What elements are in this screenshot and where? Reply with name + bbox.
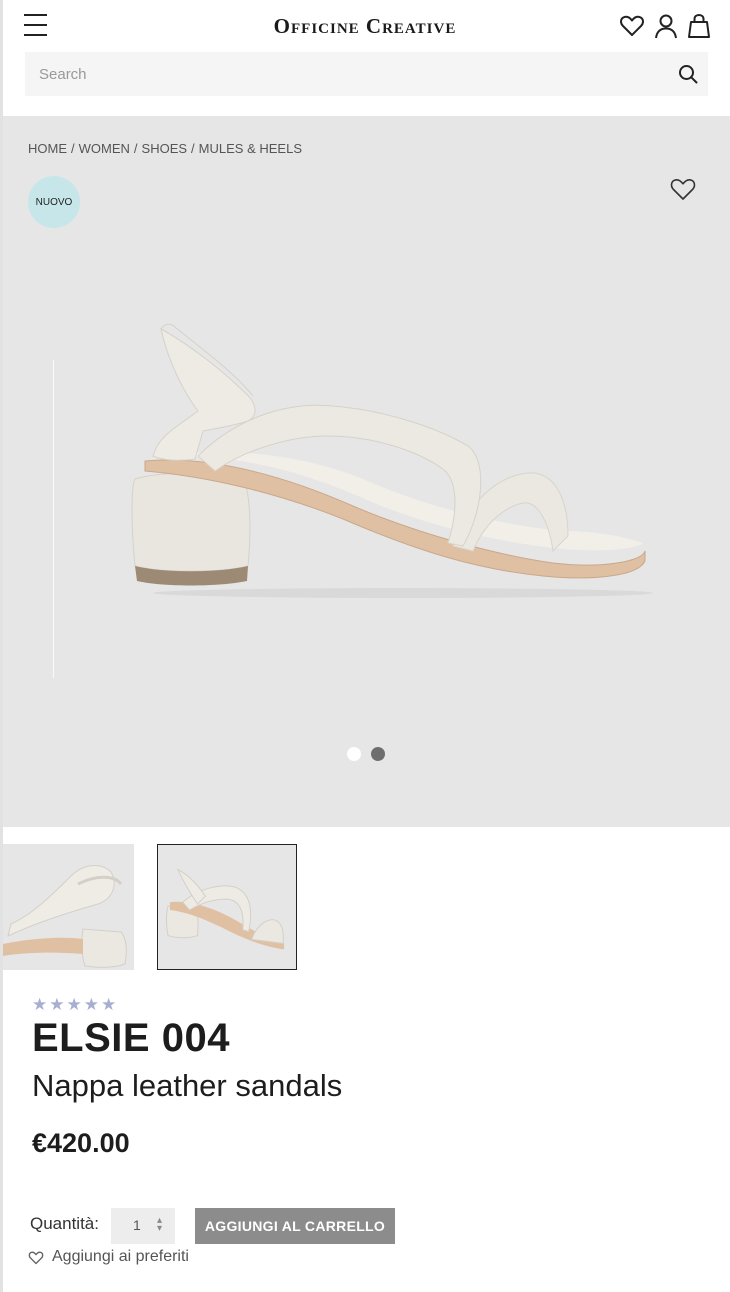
gallery-dot-2[interactable] <box>371 747 385 761</box>
thumbnail-1[interactable] <box>3 844 134 970</box>
gallery-divider <box>53 360 54 678</box>
product-image <box>131 323 653 598</box>
breadcrumb-women[interactable]: WOMEN <box>79 141 130 156</box>
bag-icon[interactable] <box>686 13 712 39</box>
rating-stars: ★ ★ ★ ★ ★ <box>32 996 116 1014</box>
breadcrumb-separator: / <box>71 141 75 156</box>
breadcrumb-home[interactable]: HOME <box>28 141 67 156</box>
product-gallery[interactable]: HOME / WOMEN / SHOES / MULES & HEELS NUO… <box>3 116 730 827</box>
product-name: ELSIE 004 <box>32 1016 230 1060</box>
add-to-favorites-link[interactable]: Aggiungi ai preferiti <box>28 1248 189 1266</box>
breadcrumb-separator: / <box>191 141 195 156</box>
star-icon: ★ <box>83 995 99 1014</box>
quantity-label: Quantità: <box>30 1214 99 1233</box>
breadcrumb: HOME / WOMEN / SHOES / MULES & HEELS <box>28 141 302 156</box>
thumbnail-image <box>3 865 127 968</box>
star-icon: ★ <box>66 995 82 1014</box>
breadcrumb-mules-heels[interactable]: MULES & HEELS <box>199 141 302 156</box>
breadcrumb-shoes[interactable]: SHOES <box>142 141 188 156</box>
stepper-arrows-icon[interactable]: ▴ ▾ <box>157 1216 162 1234</box>
product-subtitle: Nappa leather sandals <box>32 1068 343 1103</box>
add-to-favorites-label: Aggiungi ai preferiti <box>52 1248 189 1265</box>
wishlist-heart-icon[interactable] <box>669 176 697 202</box>
search-icon[interactable] <box>678 64 698 84</box>
user-icon[interactable] <box>653 13 679 39</box>
gallery-dot-1[interactable] <box>347 747 361 761</box>
star-icon: ★ <box>101 995 117 1014</box>
heart-icon <box>28 1251 44 1264</box>
thumbnail-2-selected[interactable] <box>157 844 297 970</box>
heart-icon[interactable] <box>619 13 645 39</box>
star-icon: ★ <box>32 995 48 1014</box>
breadcrumb-separator: / <box>133 141 138 156</box>
gallery-pagination <box>347 747 385 761</box>
search-input[interactable] <box>25 52 665 96</box>
quantity-stepper[interactable]: 1 ▴ ▾ <box>111 1208 175 1244</box>
star-icon: ★ <box>49 995 65 1014</box>
thumbnail-image <box>165 868 285 950</box>
site-header: Officine Creative <box>0 0 730 52</box>
new-badge: NUOVO <box>28 176 80 228</box>
quantity-value: 1 <box>133 1217 141 1233</box>
add-to-cart-button[interactable]: AGGIUNGI AL CARRELLO <box>195 1208 395 1244</box>
search-bar <box>25 52 708 96</box>
product-price: €420.00 <box>32 1128 130 1158</box>
